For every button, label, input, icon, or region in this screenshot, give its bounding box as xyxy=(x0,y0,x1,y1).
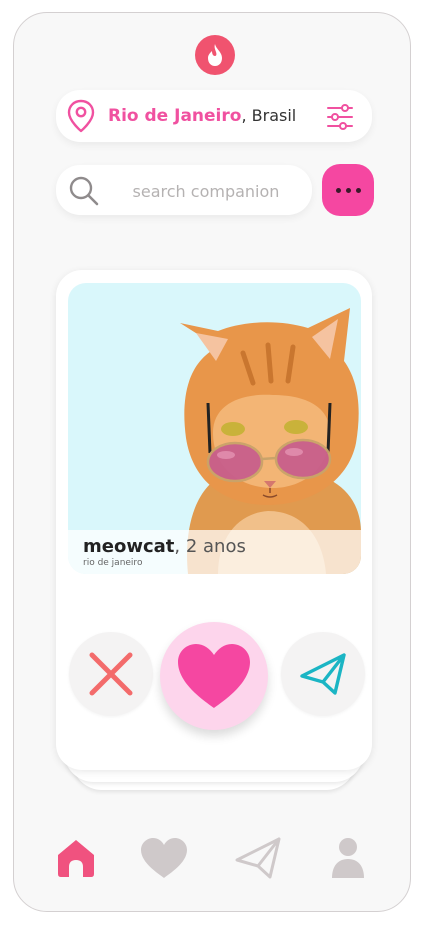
paper-plane-icon xyxy=(300,653,346,695)
profile-name: meowcat xyxy=(83,536,175,557)
close-icon xyxy=(89,652,133,696)
heart-icon xyxy=(141,838,187,878)
more-dots-icon xyxy=(335,187,341,193)
app-logo[interactable] xyxy=(195,35,235,75)
nav-messages[interactable] xyxy=(234,834,282,882)
paper-plane-icon xyxy=(235,837,281,879)
location-text: Rio de Janeiro, Brasil xyxy=(108,106,296,126)
location-city: Rio de Janeiro xyxy=(108,106,242,126)
sliders-icon[interactable] xyxy=(326,104,354,130)
like-button[interactable] xyxy=(160,622,268,730)
user-icon xyxy=(332,838,364,878)
profile-city: rio de janeiro xyxy=(83,558,143,568)
search-box xyxy=(56,165,312,215)
profile-age: , 2 anos xyxy=(174,536,246,557)
more-options-button[interactable] xyxy=(322,164,374,216)
more-dots-icon xyxy=(355,187,361,193)
send-button[interactable] xyxy=(281,632,365,716)
nav-profile[interactable] xyxy=(324,834,372,882)
profile-name-line: meowcat, 2 anos xyxy=(83,536,246,557)
search-icon[interactable] xyxy=(68,175,100,207)
profile-photo[interactable]: meowcat, 2 anos rio de janeiro xyxy=(68,283,361,574)
location-country: Brasil xyxy=(246,106,297,125)
name-strip: meowcat, 2 anos rio de janeiro xyxy=(68,530,361,574)
home-icon xyxy=(58,840,94,877)
more-dots-icon xyxy=(345,187,351,193)
map-pin-icon xyxy=(67,99,95,133)
flame-icon xyxy=(208,44,222,66)
nav-home[interactable] xyxy=(52,834,100,882)
search-input[interactable] xyxy=(114,176,298,206)
nav-favorites[interactable] xyxy=(140,834,188,882)
location-bar[interactable]: Rio de Janeiro, Brasil xyxy=(56,90,372,142)
reject-button[interactable] xyxy=(69,632,153,716)
profile-card[interactable]: meowcat, 2 anos rio de janeiro xyxy=(56,270,372,770)
heart-icon xyxy=(178,644,250,708)
